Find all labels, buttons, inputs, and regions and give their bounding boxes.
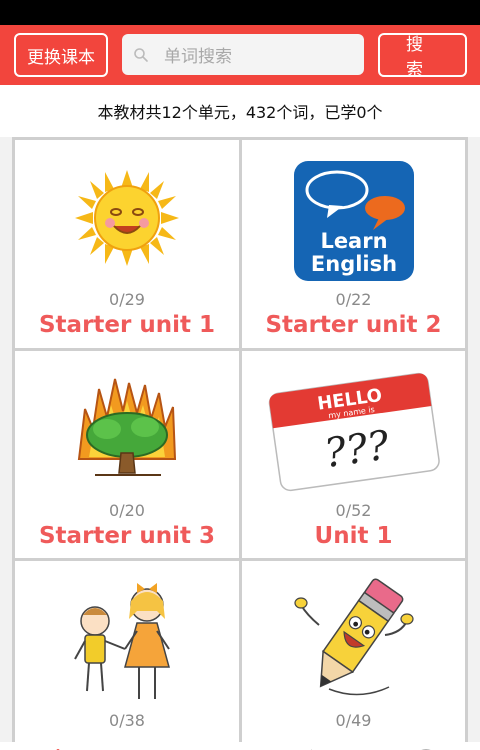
tab-book[interactable]	[160, 742, 196, 750]
book-summary: 本教材共12个单元，432个词，已学0个	[0, 85, 480, 137]
unit-title: Starter unit 1	[38, 312, 215, 338]
unit-progress: 0/22	[335, 290, 372, 309]
tab-edit[interactable]	[280, 742, 316, 750]
unit-card[interactable]: 0/49	[242, 561, 465, 750]
search-button[interactable]: 搜 索	[378, 33, 467, 80]
pencil-character-icon	[242, 575, 465, 705]
unit-card[interactable]: HELLO my name is ??? 0/52 Unit 1	[242, 351, 465, 558]
question-marks-text: ???	[321, 422, 392, 477]
unit-progress: 0/20	[109, 501, 145, 520]
search-input[interactable]: 单词搜索	[122, 34, 364, 75]
unit-card[interactable]: 0/20 Starter unit 3	[15, 351, 239, 558]
sun-icon	[15, 168, 239, 268]
change-book-button[interactable]: 更换课本	[14, 33, 108, 77]
tab-profile[interactable]	[408, 742, 444, 750]
unit-grid: 0/29 Starter unit 1 Learn English 0/22 S…	[12, 137, 468, 750]
search-icon	[126, 34, 156, 75]
unit-progress: 0/52	[335, 501, 372, 520]
learn-english-icon: Learn English	[242, 160, 465, 282]
bottom-tab-bar	[0, 742, 480, 750]
hello-name-tag-icon: HELLO my name is ???	[242, 365, 465, 495]
search-placeholder: 单词搜索	[164, 47, 232, 67]
unit-title: Starter unit 2	[265, 312, 442, 338]
unit-card[interactable]: Learn English 0/22 Starter unit 2	[242, 140, 465, 348]
learn-english-text-1: Learn	[320, 229, 387, 253]
status-bar	[0, 0, 480, 25]
unit-card[interactable]: 0/38	[15, 561, 239, 750]
unit-card[interactable]: 0/29 Starter unit 1	[15, 140, 239, 348]
unit-progress: 0/49	[335, 711, 372, 730]
learn-english-text-2: English	[310, 252, 396, 276]
unit-progress: 0/38	[109, 711, 145, 730]
tab-home[interactable]	[40, 742, 76, 750]
kids-holding-hands-icon	[15, 575, 239, 705]
unit-title: Unit 1	[314, 523, 393, 549]
header-bar: 更换课本 单词搜索 搜 索	[0, 25, 480, 85]
unit-progress: 0/29	[109, 290, 145, 309]
burning-tree-icon	[15, 369, 239, 489]
unit-title: Starter unit 3	[38, 523, 215, 549]
